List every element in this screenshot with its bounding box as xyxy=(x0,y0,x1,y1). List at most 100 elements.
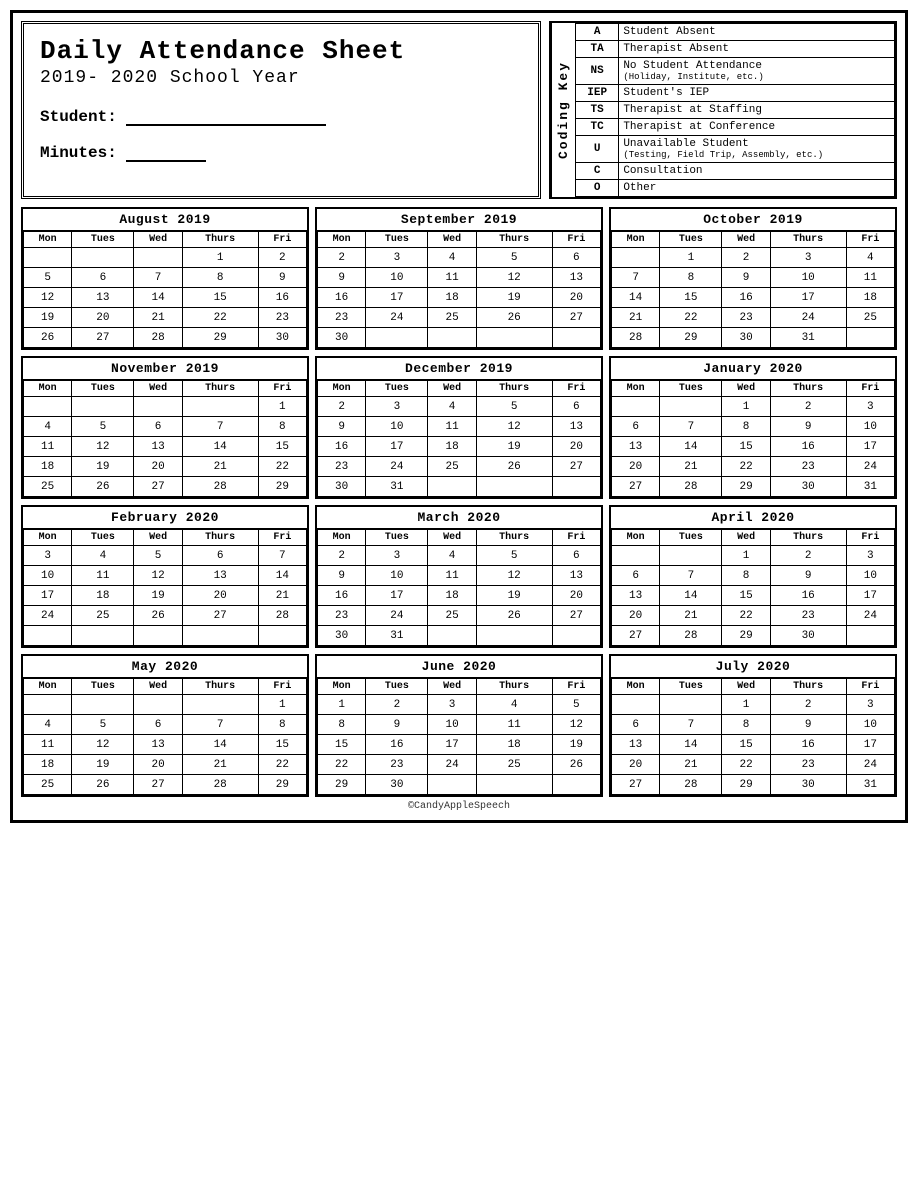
calendar-day-cell[interactable]: 23 xyxy=(722,308,770,328)
calendar-day-cell[interactable]: 30 xyxy=(770,477,846,497)
calendar-day-cell[interactable] xyxy=(24,626,72,646)
calendar-day-cell[interactable]: 24 xyxy=(770,308,846,328)
calendar-day-cell[interactable]: 12 xyxy=(476,566,552,586)
calendar-day-cell[interactable]: 13 xyxy=(552,417,600,437)
calendar-day-cell[interactable]: 23 xyxy=(770,755,846,775)
calendar-day-cell[interactable] xyxy=(428,328,476,348)
calendar-day-cell[interactable]: 27 xyxy=(612,626,660,646)
calendar-day-cell[interactable] xyxy=(182,397,258,417)
calendar-day-cell[interactable]: 28 xyxy=(182,477,258,497)
calendar-day-cell[interactable]: 27 xyxy=(552,308,600,328)
calendar-day-cell[interactable]: 25 xyxy=(24,477,72,497)
calendar-day-cell[interactable]: 17 xyxy=(846,437,894,457)
calendar-day-cell[interactable]: 25 xyxy=(72,606,134,626)
calendar-day-cell[interactable]: 17 xyxy=(24,586,72,606)
calendar-day-cell[interactable]: 28 xyxy=(660,477,722,497)
calendar-day-cell[interactable]: 9 xyxy=(366,715,428,735)
calendar-day-cell[interactable]: 15 xyxy=(660,288,722,308)
calendar-day-cell[interactable]: 29 xyxy=(722,477,770,497)
calendar-day-cell[interactable]: 16 xyxy=(770,437,846,457)
calendar-day-cell[interactable]: 10 xyxy=(366,268,428,288)
calendar-day-cell[interactable]: 3 xyxy=(24,546,72,566)
calendar-day-cell[interactable]: 6 xyxy=(612,715,660,735)
calendar-day-cell[interactable]: 2 xyxy=(722,248,770,268)
calendar-day-cell[interactable] xyxy=(428,477,476,497)
calendar-day-cell[interactable]: 16 xyxy=(258,288,306,308)
calendar-day-cell[interactable]: 12 xyxy=(134,566,182,586)
calendar-day-cell[interactable] xyxy=(552,775,600,795)
calendar-day-cell[interactable]: 27 xyxy=(182,606,258,626)
calendar-day-cell[interactable]: 18 xyxy=(24,457,72,477)
calendar-day-cell[interactable]: 17 xyxy=(846,586,894,606)
calendar-day-cell[interactable]: 8 xyxy=(182,268,258,288)
calendar-day-cell[interactable] xyxy=(24,695,72,715)
calendar-day-cell[interactable]: 29 xyxy=(258,775,306,795)
calendar-day-cell[interactable]: 31 xyxy=(770,328,846,348)
calendar-day-cell[interactable]: 30 xyxy=(722,328,770,348)
calendar-day-cell[interactable]: 27 xyxy=(612,477,660,497)
calendar-day-cell[interactable]: 18 xyxy=(428,586,476,606)
calendar-day-cell[interactable]: 23 xyxy=(318,308,366,328)
calendar-day-cell[interactable]: 10 xyxy=(846,566,894,586)
calendar-day-cell[interactable]: 1 xyxy=(318,695,366,715)
calendar-day-cell[interactable]: 2 xyxy=(770,546,846,566)
calendar-day-cell[interactable]: 19 xyxy=(72,755,134,775)
calendar-day-cell[interactable]: 20 xyxy=(552,437,600,457)
calendar-day-cell[interactable]: 22 xyxy=(722,755,770,775)
calendar-day-cell[interactable]: 21 xyxy=(134,308,182,328)
calendar-day-cell[interactable]: 9 xyxy=(258,268,306,288)
calendar-day-cell[interactable]: 20 xyxy=(72,308,134,328)
calendar-day-cell[interactable]: 30 xyxy=(770,626,846,646)
calendar-day-cell[interactable]: 26 xyxy=(476,308,552,328)
calendar-day-cell[interactable]: 20 xyxy=(612,606,660,626)
calendar-day-cell[interactable]: 7 xyxy=(258,546,306,566)
calendar-day-cell[interactable]: 9 xyxy=(770,566,846,586)
calendar-day-cell[interactable]: 1 xyxy=(722,397,770,417)
calendar-day-cell[interactable]: 30 xyxy=(770,775,846,795)
calendar-day-cell[interactable]: 24 xyxy=(846,606,894,626)
calendar-day-cell[interactable]: 17 xyxy=(366,437,428,457)
calendar-day-cell[interactable]: 6 xyxy=(134,417,182,437)
calendar-day-cell[interactable]: 22 xyxy=(722,457,770,477)
calendar-day-cell[interactable] xyxy=(258,626,306,646)
calendar-day-cell[interactable] xyxy=(660,546,722,566)
calendar-day-cell[interactable]: 29 xyxy=(258,477,306,497)
calendar-day-cell[interactable]: 12 xyxy=(552,715,600,735)
calendar-day-cell[interactable]: 12 xyxy=(72,437,134,457)
calendar-day-cell[interactable]: 3 xyxy=(846,397,894,417)
calendar-day-cell[interactable]: 19 xyxy=(24,308,72,328)
calendar-day-cell[interactable] xyxy=(134,695,182,715)
calendar-day-cell[interactable]: 5 xyxy=(72,417,134,437)
calendar-day-cell[interactable] xyxy=(612,248,660,268)
minutes-underline[interactable] xyxy=(126,142,206,162)
calendar-day-cell[interactable]: 9 xyxy=(318,417,366,437)
calendar-day-cell[interactable]: 23 xyxy=(770,606,846,626)
calendar-day-cell[interactable] xyxy=(72,397,134,417)
calendar-day-cell[interactable]: 21 xyxy=(612,308,660,328)
calendar-day-cell[interactable]: 4 xyxy=(24,715,72,735)
calendar-day-cell[interactable]: 21 xyxy=(182,755,258,775)
calendar-day-cell[interactable]: 14 xyxy=(182,735,258,755)
calendar-day-cell[interactable] xyxy=(366,328,428,348)
calendar-day-cell[interactable]: 14 xyxy=(258,566,306,586)
calendar-day-cell[interactable]: 2 xyxy=(318,546,366,566)
calendar-day-cell[interactable]: 6 xyxy=(612,417,660,437)
calendar-day-cell[interactable] xyxy=(552,477,600,497)
calendar-day-cell[interactable]: 27 xyxy=(612,775,660,795)
calendar-day-cell[interactable]: 10 xyxy=(770,268,846,288)
calendar-day-cell[interactable]: 25 xyxy=(476,755,552,775)
calendar-day-cell[interactable]: 3 xyxy=(366,248,428,268)
calendar-day-cell[interactable]: 14 xyxy=(612,288,660,308)
calendar-day-cell[interactable]: 25 xyxy=(846,308,894,328)
calendar-day-cell[interactable]: 26 xyxy=(476,457,552,477)
calendar-day-cell[interactable]: 10 xyxy=(24,566,72,586)
calendar-day-cell[interactable]: 6 xyxy=(552,397,600,417)
calendar-day-cell[interactable]: 28 xyxy=(258,606,306,626)
calendar-day-cell[interactable]: 30 xyxy=(318,328,366,348)
calendar-day-cell[interactable]: 2 xyxy=(366,695,428,715)
calendar-day-cell[interactable]: 24 xyxy=(846,457,894,477)
calendar-day-cell[interactable]: 8 xyxy=(722,715,770,735)
calendar-day-cell[interactable]: 16 xyxy=(318,288,366,308)
calendar-day-cell[interactable] xyxy=(846,328,894,348)
calendar-day-cell[interactable]: 3 xyxy=(428,695,476,715)
